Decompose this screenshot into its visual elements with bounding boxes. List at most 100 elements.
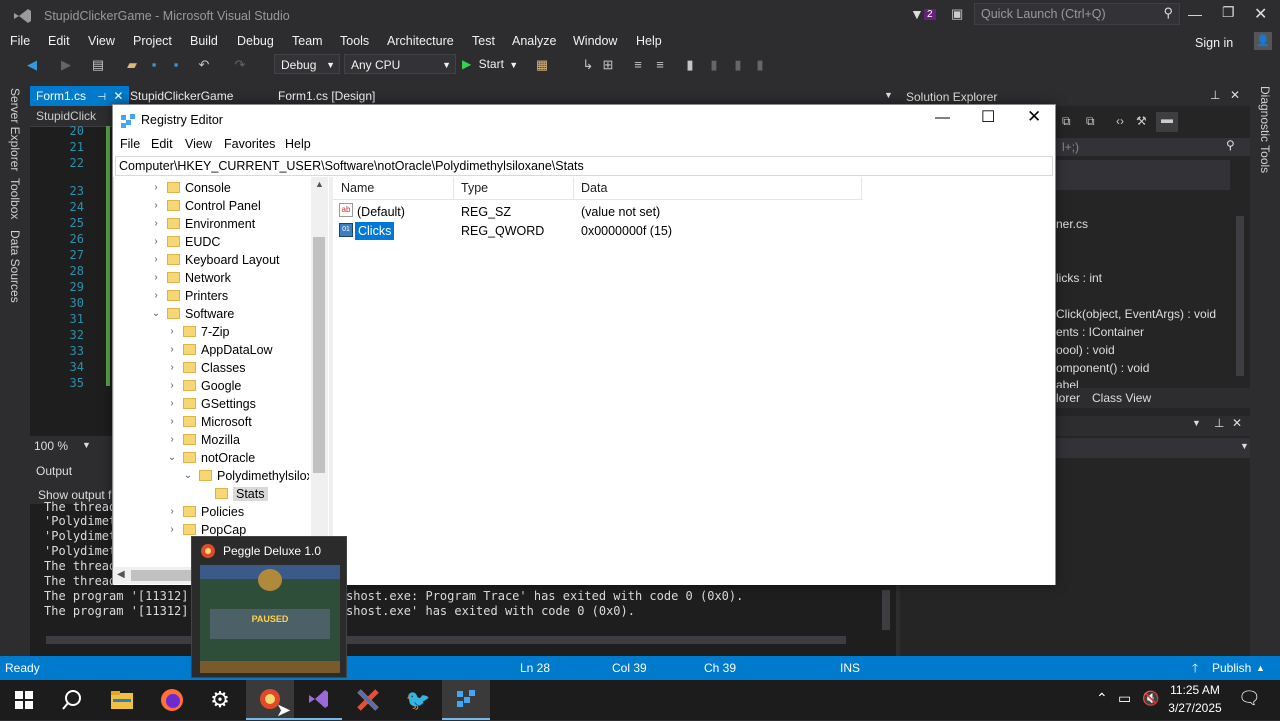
- publish-button[interactable]: Publish: [1212, 656, 1251, 680]
- solexp-item[interactable]: ents : IContainer: [1056, 325, 1144, 339]
- forward-icon[interactable]: ▶: [58, 57, 74, 73]
- chevron-right-icon[interactable]: ›: [151, 287, 161, 305]
- preview-icon[interactable]: ▬: [1156, 112, 1178, 132]
- scroll-left-icon[interactable]: ◀: [117, 569, 125, 580]
- volume-muted-icon[interactable]: 🔇: [1142, 690, 1159, 707]
- chevron-right-icon[interactable]: ›: [167, 341, 177, 359]
- chevron-down-icon[interactable]: ⌄: [167, 449, 177, 467]
- diagnostic-tools-tab[interactable]: Diagnostic Tools: [1258, 86, 1272, 173]
- firefox-button[interactable]: [148, 680, 196, 720]
- tree-h-scroll-thumb[interactable]: [131, 570, 195, 581]
- toolbox-tab[interactable]: Toolbox: [8, 178, 22, 219]
- close-icon[interactable]: ✕: [113, 89, 123, 103]
- app-bird-button[interactable]: 🐦: [394, 680, 442, 720]
- solexp-item[interactable]: abel: [1056, 378, 1079, 388]
- back-icon[interactable]: ◀: [24, 57, 40, 73]
- solexp-item[interactable]: oool) : void: [1056, 343, 1115, 357]
- app-x-button[interactable]: [344, 680, 392, 720]
- menu-view[interactable]: View: [88, 32, 115, 50]
- column-data-header[interactable]: Data: [581, 181, 607, 195]
- menu-help[interactable]: Help: [636, 32, 662, 50]
- tree-node-7zip[interactable]: › 7-Zip: [167, 323, 229, 341]
- menu-window[interactable]: Window: [573, 32, 617, 50]
- filter-icon[interactable]: ▼: [910, 6, 924, 22]
- tree-node-polydimethylsiloxane[interactable]: ⌄ Polydimethylsilox: [183, 467, 309, 485]
- chevron-down-icon[interactable]: ▼: [1192, 418, 1201, 428]
- solexp-item[interactable]: Click(object, EventArgs) : void: [1056, 307, 1216, 321]
- chevron-up-icon[interactable]: ⌃: [1096, 690, 1108, 707]
- reg-menu-file[interactable]: File: [120, 137, 140, 151]
- solexp-selected-row[interactable]: [1056, 160, 1230, 190]
- tree-node-control-panel[interactable]: › Control Panel: [151, 197, 260, 215]
- menu-architecture[interactable]: Architecture: [387, 32, 454, 50]
- output-h-scrollbar[interactable]: [46, 636, 846, 644]
- save-icon[interactable]: ▪: [146, 57, 162, 73]
- wrench-icon[interactable]: ⚒: [1136, 114, 1147, 128]
- sign-in-link[interactable]: Sign in: [1195, 34, 1233, 52]
- menu-test[interactable]: Test: [472, 32, 495, 50]
- tab-form1-design[interactable]: Form1.cs [Design]: [272, 86, 381, 106]
- minimize-icon[interactable]: —: [935, 109, 950, 126]
- bookmark-clear-icon[interactable]: ▮: [752, 57, 768, 73]
- menu-debug[interactable]: Debug: [237, 32, 274, 50]
- close-icon[interactable]: ✕: [1232, 416, 1242, 430]
- reg-menu-favorites[interactable]: Favorites: [224, 137, 275, 151]
- chevron-right-icon[interactable]: ›: [151, 197, 161, 215]
- tree-node-software[interactable]: ⌄ Software: [151, 305, 235, 323]
- quick-launch-input[interactable]: Quick Launch (Ctrl+Q): [981, 7, 1106, 21]
- bookmark-next-icon[interactable]: ▮: [730, 57, 746, 73]
- address-bar[interactable]: Computer\HKEY_CURRENT_USER\Software\notO…: [115, 156, 1053, 176]
- minimize-icon[interactable]: —: [1188, 6, 1202, 22]
- chevron-right-icon[interactable]: ›: [167, 503, 177, 521]
- tree-node-keyboard-layout[interactable]: › Keyboard Layout: [151, 251, 279, 269]
- pin-icon[interactable]: ⊣: [97, 92, 106, 103]
- peggle-button[interactable]: ➤: [246, 680, 294, 720]
- start-button[interactable]: [0, 680, 48, 720]
- chevron-up-icon[interactable]: ▲: [1256, 656, 1265, 680]
- solexp-item[interactable]: licks : int: [1056, 271, 1102, 285]
- tab-form1-cs[interactable]: Form1.cs ⊣ ✕: [30, 86, 130, 106]
- menu-build[interactable]: Build: [190, 32, 218, 50]
- chevron-right-icon[interactable]: ›: [167, 395, 177, 413]
- column-name-header[interactable]: Name: [341, 181, 374, 195]
- tab-solution-explorer[interactable]: lorer: [1056, 391, 1080, 405]
- tree-node-notoracle[interactable]: ⌄ notOracle: [167, 449, 255, 467]
- close-icon[interactable]: ✕: [1254, 4, 1267, 24]
- chevron-right-icon[interactable]: ›: [151, 233, 161, 251]
- zoom-level[interactable]: 100 %: [34, 439, 68, 453]
- clock-time[interactable]: 11:25 AM: [1164, 683, 1226, 697]
- menu-edit[interactable]: Edit: [48, 32, 70, 50]
- tree-node-console[interactable]: › Console: [151, 179, 231, 197]
- chevron-right-icon[interactable]: ›: [167, 323, 177, 341]
- server-explorer-tab[interactable]: Server Explorer: [8, 88, 22, 171]
- bookmark-prev-icon[interactable]: ▮: [706, 57, 722, 73]
- redo-icon[interactable]: ↷: [232, 57, 248, 73]
- tree-node-stats[interactable]: Stats: [215, 485, 268, 503]
- chevron-right-icon[interactable]: ›: [167, 359, 177, 377]
- file-explorer-button[interactable]: [98, 680, 146, 720]
- step-icon[interactable]: ↳: [580, 57, 596, 73]
- tree-v-scroll-thumb[interactable]: [313, 237, 325, 473]
- undo-icon[interactable]: ↶: [196, 57, 212, 73]
- class-nav-dropdown[interactable]: StupidClick: [36, 109, 96, 123]
- tab-stupidclickergame[interactable]: StupidClickerGame: [124, 86, 239, 106]
- tree-node-microsoft[interactable]: › Microsoft: [167, 413, 251, 431]
- save-all-icon[interactable]: ▪: [168, 57, 184, 73]
- account-avatar-icon[interactable]: 👤: [1254, 32, 1272, 50]
- config-dropdown[interactable]: Debug ▼: [274, 54, 340, 74]
- feedback-icon[interactable]: ▣: [951, 6, 963, 22]
- platform-dropdown[interactable]: Any CPU ▼: [344, 54, 456, 74]
- chevron-right-icon[interactable]: ›: [167, 521, 177, 539]
- search-icon[interactable]: ⚲: [1226, 138, 1235, 152]
- chevron-right-icon[interactable]: ›: [167, 413, 177, 431]
- menu-tools[interactable]: Tools: [340, 32, 369, 50]
- attach-icon[interactable]: ▦: [534, 57, 550, 73]
- sync-icon[interactable]: ⧉: [1062, 114, 1071, 129]
- maximize-icon[interactable]: ☐: [981, 107, 995, 127]
- indent-icon[interactable]: ≡: [630, 57, 646, 73]
- properties-object-dropdown[interactable]: ▼: [1050, 438, 1250, 458]
- visual-studio-button[interactable]: [294, 680, 342, 720]
- column-type-header[interactable]: Type: [461, 181, 488, 195]
- close-icon[interactable]: ✕: [1230, 88, 1240, 102]
- chevron-right-icon[interactable]: ›: [151, 215, 161, 233]
